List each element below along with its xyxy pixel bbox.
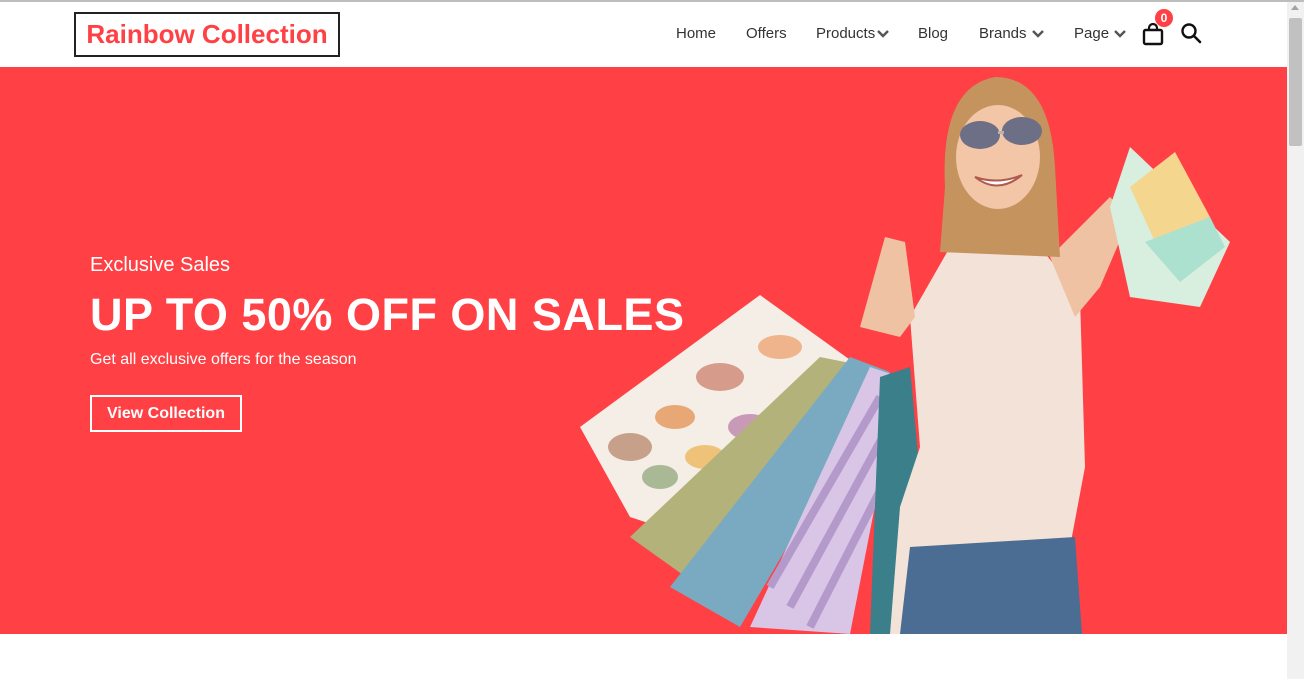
hero-shopping-woman-image (580, 77, 1230, 634)
nav-item-home[interactable]: Home (676, 25, 716, 42)
nav-item-brands[interactable]: Brands (979, 25, 1045, 42)
nav-item-offers[interactable]: Offers (746, 25, 787, 42)
site-header: Rainbow Collection Home Offers Products … (0, 2, 1287, 67)
nav-item-label: Brands (979, 25, 1027, 42)
chevron-down-icon (877, 29, 890, 38)
nav-item-label: Page (1074, 25, 1110, 42)
scroll-up-arrow[interactable] (1291, 5, 1299, 10)
hero-description: Get all exclusive offers for the season (90, 351, 357, 368)
search-icon[interactable] (1180, 22, 1202, 44)
nav-item-page[interactable]: Page (1074, 25, 1127, 42)
nav-item-label: Products (816, 25, 876, 42)
hero-banner: Exclusive Sales UP TO 50% OFF ON SALES G… (0, 67, 1287, 634)
chevron-down-icon (1114, 29, 1126, 38)
hero-subtitle: Exclusive Sales (90, 254, 231, 276)
cart-count-badge: 0 (1155, 9, 1173, 27)
nav-item-label: Blog (918, 25, 949, 42)
scrollbar-thumb[interactable] (1289, 18, 1302, 146)
view-collection-button[interactable]: View Collection (90, 395, 242, 432)
chevron-down-icon (1031, 29, 1044, 38)
nav-item-products[interactable]: Products (816, 25, 890, 42)
nav-item-label: Home (676, 25, 717, 42)
site-logo[interactable]: Rainbow Collection (74, 12, 340, 57)
nav-item-label: Offers (746, 25, 787, 42)
nav-item-blog[interactable]: Blog (918, 25, 948, 42)
